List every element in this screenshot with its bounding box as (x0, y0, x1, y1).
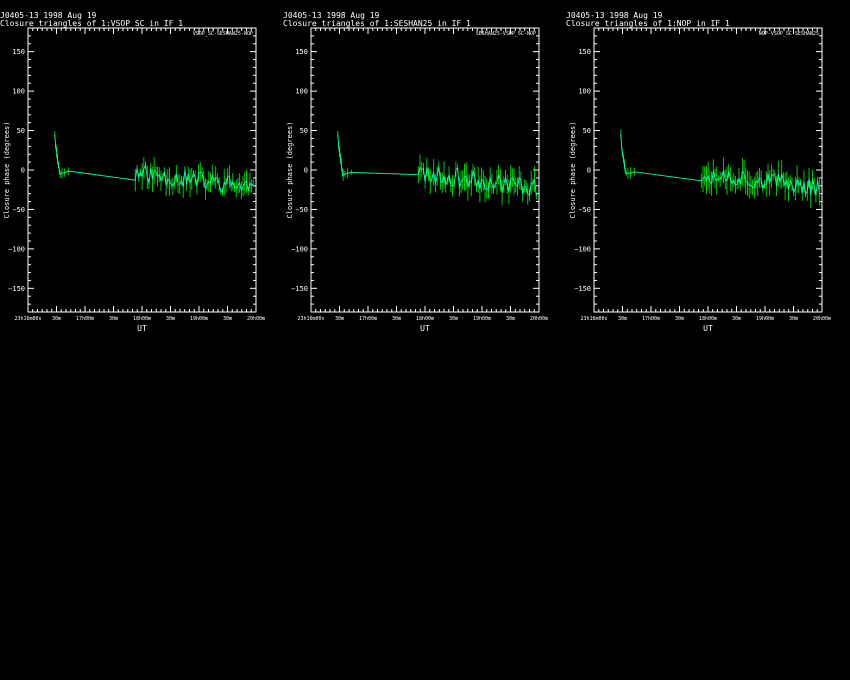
y-tick-label: −50 (295, 206, 308, 214)
header-triangle: Closure triangles of 1:SESHAN25 in IF 1 (283, 19, 471, 28)
y-tick-label: −150 (291, 285, 308, 293)
triangle-label: VSOP_SC-SESHAN25-NOP (193, 31, 253, 37)
x-tick-label: 30m (392, 316, 401, 322)
closure-phase-chart: NOP-VSOP_SC-SESHAN25 −150 −100 −50 0 50 100 150… (569, 27, 831, 333)
triangle-label: NOP-VSOP_SC-SESHAN25 (759, 31, 819, 37)
y-tick-label: 150 (12, 48, 25, 56)
x-tick-label: 17h00m (76, 316, 94, 322)
x-tick-label: 30m (789, 316, 798, 322)
x-axis-label: UT (420, 324, 430, 333)
y-tick-label: 0 (21, 167, 25, 175)
x-tick-label: 23h16m00s (297, 316, 324, 322)
x-tick-label: 19h00m (756, 316, 774, 322)
x-tick-label: 18h00m (699, 316, 717, 322)
x-tick-label: 30m (335, 316, 344, 322)
y-tick-label: 50 (300, 127, 308, 135)
x-tick-label: 17h00m (642, 316, 660, 322)
x-tick-label: 23h16m00s (14, 316, 41, 322)
x-tick-label: 18h00m (133, 316, 151, 322)
y-tick-label: 150 (295, 48, 308, 56)
x-tick-label: 30m (223, 316, 232, 322)
x-tick-label: 17h00m (359, 316, 377, 322)
y-tick-label: −100 (574, 245, 591, 253)
header-triangle: Closure triangles of 1:NOP in IF 1 (566, 19, 730, 28)
plot-panel-2: J0405-13 1998 Aug 19 Closure triangles o… (283, 0, 566, 340)
y-axis-label: Closure phase (degrees) (286, 122, 294, 219)
y-tick-label: 0 (587, 167, 591, 175)
y-tick-label: −100 (291, 245, 308, 253)
x-tick-label: 18h00m (416, 316, 434, 322)
y-tick-label: 50 (583, 127, 591, 135)
y-tick-label: 50 (17, 127, 25, 135)
y-tick-label: 100 (295, 88, 308, 96)
x-tick-label: 30m (52, 316, 61, 322)
x-tick-label: 20h00m (530, 316, 548, 322)
y-tick-label: 100 (12, 88, 25, 96)
x-tick-label: 30m (166, 316, 175, 322)
y-tick-label: 100 (578, 88, 591, 96)
x-tick-label: 23h16m00s (580, 316, 607, 322)
y-axis-label: Closure phase (degrees) (3, 122, 11, 219)
closure-phase-chart: SESHAN25-VSOP_SC-NOP −150 −100 −50 0 50 100 150… (286, 27, 548, 333)
x-axis-label: UT (137, 324, 147, 333)
triangle-label: SESHAN25-VSOP_SC-NOP (476, 31, 536, 37)
x-tick-label: 30m (732, 316, 741, 322)
x-tick-label: 30m (449, 316, 458, 322)
y-tick-label: −50 (578, 206, 591, 214)
closure-phase-chart: VSOP_SC-SESHAN25-NOP −150 −100 −50 0 50 100 150… (3, 27, 265, 333)
x-axis-label: UT (703, 324, 713, 333)
y-tick-label: 150 (578, 48, 591, 56)
plot-frame (310, 27, 540, 313)
y-tick-label: −150 (574, 285, 591, 293)
header-triangle: Closure triangles of 1:VSOP_SC in IF 1 (0, 19, 184, 28)
y-tick-label: 0 (304, 167, 308, 175)
plot-panel-1: J0405-13 1998 Aug 19 Closure triangles o… (0, 0, 283, 340)
x-tick-label: 19h00m (473, 316, 491, 322)
y-axis-label: Closure phase (degrees) (569, 122, 577, 219)
y-tick-label: −100 (8, 245, 25, 253)
y-tick-label: −150 (8, 285, 25, 293)
x-tick-label: 20h00m (813, 316, 831, 322)
y-tick-label: −50 (12, 206, 25, 214)
plot-panel-3: J0405-13 1998 Aug 19 Closure triangles o… (566, 0, 849, 340)
x-tick-label: 19h00m (190, 316, 208, 322)
x-tick-label: 20h00m (247, 316, 265, 322)
x-tick-label: 30m (506, 316, 515, 322)
x-tick-label: 30m (109, 316, 118, 322)
x-tick-label: 30m (675, 316, 684, 322)
closure-phase-line (337, 134, 537, 196)
x-tick-label: 30m (618, 316, 627, 322)
